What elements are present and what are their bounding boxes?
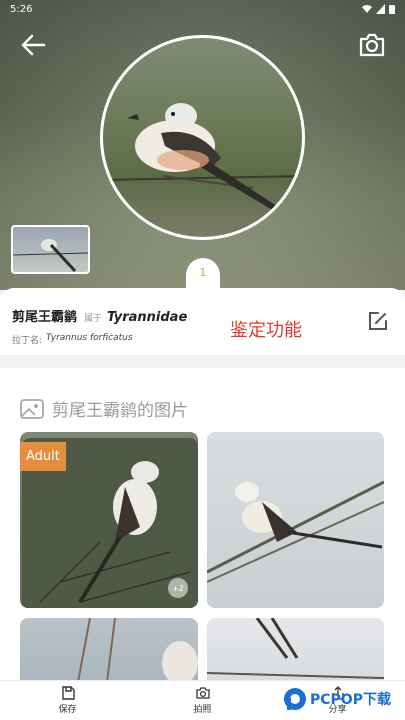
name-row: 剪尾王霸鹟 属于 Tyrannidae (12, 306, 393, 325)
watermark-text: PCPOP下载 (310, 692, 391, 708)
species-chinese-name: 剪尾王霸鹟 (12, 310, 78, 325)
edit-icon (369, 312, 387, 330)
take-photo-label: 拍照 (193, 705, 212, 715)
feature-annotation: 鉴定功能 (230, 320, 302, 341)
main-bird-photo[interactable] (100, 35, 305, 240)
photo-index: 1 (199, 266, 207, 279)
save-label: 保存 (58, 705, 77, 715)
back-button[interactable] (18, 30, 48, 60)
adult-badge: Adult (20, 442, 66, 471)
thumbnail-bird (13, 239, 88, 272)
gallery-title: 剪尾王霸鹟的图片 (52, 401, 188, 421)
image-icon (20, 398, 44, 419)
take-photo-button[interactable]: 拍照 (135, 681, 270, 720)
edit-button[interactable] (367, 310, 389, 332)
save-icon (61, 686, 75, 700)
arrow-left-icon (21, 34, 46, 56)
battery-icon (389, 5, 395, 14)
photo-index-tab[interactable]: 1 (186, 258, 220, 298)
latin-label: 拉丁名: (12, 336, 43, 346)
save-button[interactable]: 保存 (0, 681, 135, 720)
gallery-photo-1[interactable]: Adult +2 (20, 432, 198, 608)
wifi-icon (362, 5, 372, 13)
belongs-label: 属于 (84, 314, 103, 324)
signal-icon (376, 4, 385, 14)
pcpop-watermark: PCPOP下载 (282, 682, 402, 716)
gallery-photo-2[interactable] (207, 432, 384, 608)
latin-name: Tyrannus forficatus (46, 333, 133, 343)
camera-button[interactable] (357, 30, 387, 60)
more-photos-badge[interactable]: +2 (168, 578, 188, 598)
gallery-section: 剪尾王霸鹟的图片 Adult +2 (0, 368, 405, 698)
species-family[interactable]: Tyrannidae (107, 310, 187, 325)
species-info-card: 剪尾王霸鹟 属于 Tyrannidae 拉丁名: Tyrannus forfic… (0, 288, 405, 355)
status-time: 5:26 (10, 3, 33, 15)
photo-thumbnail[interactable] (11, 225, 90, 274)
camera-icon (195, 687, 210, 699)
gallery-header: 剪尾王霸鹟的图片 (20, 368, 385, 421)
gallery-bird-2 (207, 480, 384, 583)
status-icons (362, 4, 395, 14)
bird-illustration (103, 103, 302, 214)
camera-icon (359, 33, 385, 57)
pcpop-logo-icon (284, 688, 306, 710)
status-bar: 5:26 (0, 0, 405, 18)
latin-row: 拉丁名: Tyrannus forficatus (12, 333, 393, 346)
